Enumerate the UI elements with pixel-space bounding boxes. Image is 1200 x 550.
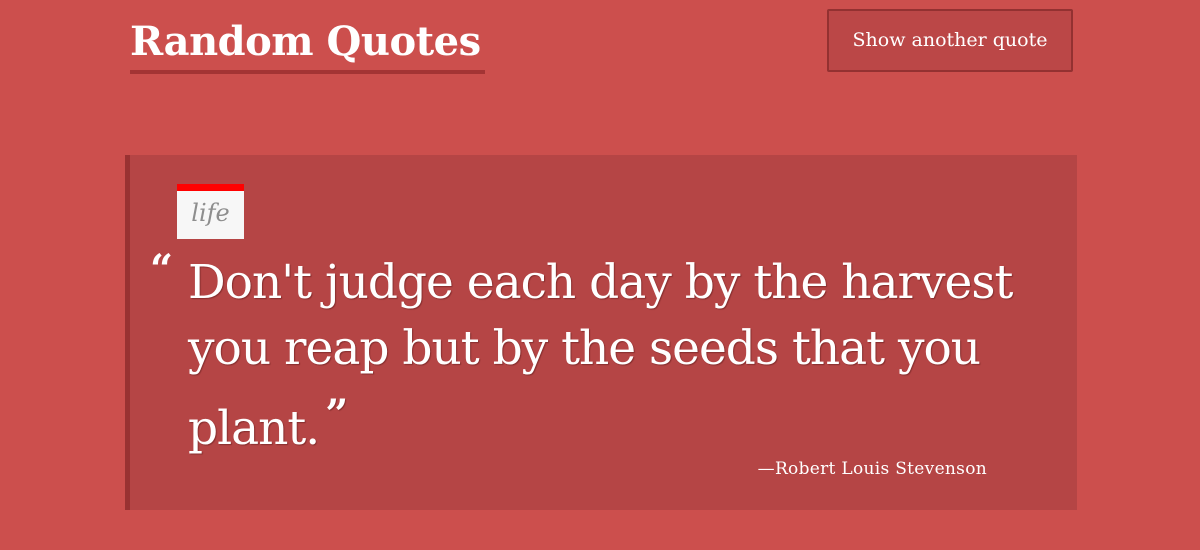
show-another-quote-button[interactable]: Show another quote — [827, 9, 1073, 72]
quote-tag[interactable]: life — [177, 184, 244, 239]
quote-text-body: Don't judge each day by the harvest you … — [188, 255, 1013, 456]
close-quote-icon: ” — [325, 391, 349, 438]
page-title: Random Quotes — [130, 18, 481, 65]
quote-author: —Robert Louis Stevenson — [757, 459, 987, 479]
open-quote-icon: “ — [150, 246, 174, 293]
title-underline — [130, 70, 485, 74]
quote-text: Don't judge each day by the harvest you … — [188, 250, 1068, 462]
quote-card: life “ Don't judge each day by the harve… — [125, 155, 1077, 510]
